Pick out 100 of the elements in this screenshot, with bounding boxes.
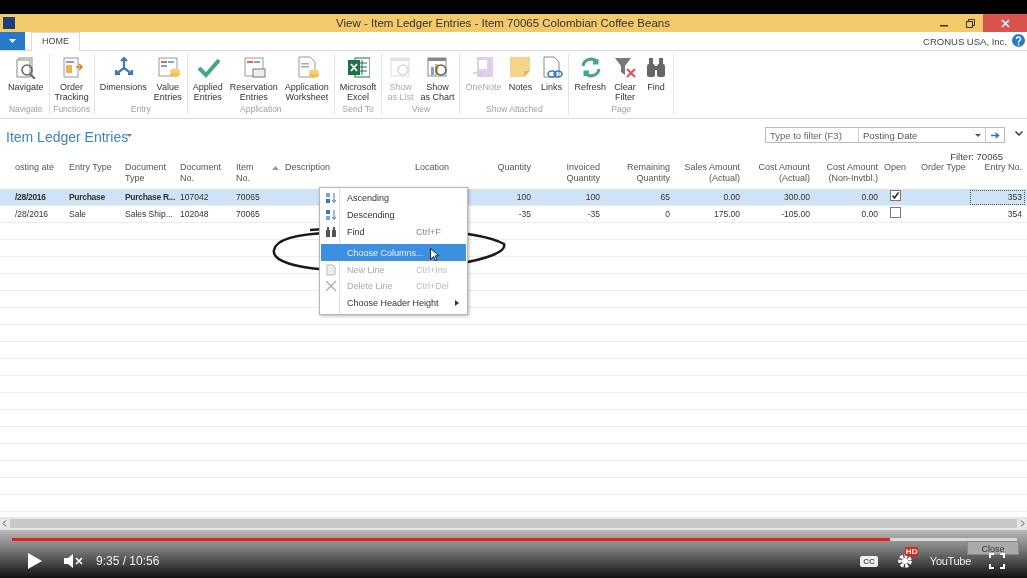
ribbon-button[interactable]: Value Entries bbox=[151, 54, 184, 104]
filter-text: Filter: 70065 bbox=[950, 151, 1003, 162]
table-cell-text: 0.00 bbox=[722, 190, 741, 204]
column-header[interactable]: osting ate bbox=[15, 162, 55, 173]
fullscreen-icon[interactable] bbox=[989, 553, 1005, 569]
document-search-icon bbox=[13, 55, 38, 79]
column-header[interactable]: Entry No. bbox=[984, 162, 1022, 173]
group-label: View bbox=[411, 104, 431, 115]
ribbon-button[interactable]: Microsoft Excel bbox=[337, 54, 379, 104]
menu-item[interactable]: Descending bbox=[321, 206, 466, 224]
table-cell-text: Sale bbox=[68, 207, 87, 221]
caret-icon bbox=[975, 133, 981, 137]
table-cell: 353 bbox=[970, 189, 1025, 205]
sort-ascending-icon bbox=[324, 192, 337, 205]
ribbon-button[interactable]: Notes bbox=[506, 54, 535, 104]
ribbon-button[interactable]: Links bbox=[537, 54, 566, 104]
app-menu-button[interactable] bbox=[0, 32, 25, 50]
column-header[interactable]: Order Type bbox=[921, 162, 966, 173]
help-icon[interactable] bbox=[1012, 34, 1025, 47]
filter-column-dropdown[interactable]: Posting Date bbox=[859, 128, 986, 142]
close-button[interactable]: Close bbox=[967, 541, 1019, 555]
menu-item[interactable]: Ascending bbox=[321, 190, 466, 207]
captions-button[interactable]: CC bbox=[860, 555, 878, 567]
checkmark-icon bbox=[892, 191, 899, 199]
column-header[interactable]: Location bbox=[415, 162, 450, 173]
table-cell-text: Sales Ship... bbox=[124, 207, 174, 221]
spreadsheet-icon bbox=[346, 55, 371, 79]
youtube-logo[interactable]: YouTube bbox=[929, 555, 971, 567]
window-title: View - Item Ledger Entries - Item 70065 Colombian Coffee Beans bbox=[335, 17, 671, 29]
table-coins-icon bbox=[155, 55, 180, 79]
group-label: Functions bbox=[53, 104, 91, 115]
binoculars-icon bbox=[324, 226, 337, 238]
close-icon bbox=[1000, 18, 1010, 28]
group-label: Page bbox=[611, 104, 632, 115]
ribbon-button[interactable]: Application Worksheet bbox=[282, 54, 331, 104]
table-cell-text: -35 bbox=[517, 207, 532, 221]
table-cell-text: 70065 bbox=[235, 207, 261, 221]
table-cell-text: 0 bbox=[664, 207, 671, 221]
settings-icon[interactable] bbox=[895, 552, 914, 570]
column-header[interactable]: Open bbox=[884, 162, 907, 173]
ribbon-button[interactable]: Show as Chart bbox=[418, 54, 457, 104]
filter-box[interactable]: Type to filter (F3) Posting Date bbox=[765, 127, 1005, 143]
scrollbar-thumb[interactable] bbox=[10, 519, 1017, 528]
column-header[interactable]: Description bbox=[285, 162, 331, 173]
table-cell-text: 102048 bbox=[179, 207, 210, 221]
table-cell-text: 0.00 bbox=[860, 207, 879, 221]
group-label: Entry bbox=[130, 104, 151, 115]
sort-descending-icon bbox=[324, 209, 337, 222]
mute-icon[interactable] bbox=[64, 554, 84, 568]
table-cell-text: /28/2016 bbox=[14, 207, 50, 221]
page-title[interactable]: Item Ledger Entries bbox=[6, 129, 129, 145]
ribbon-button[interactable]: Applied Entries bbox=[190, 54, 225, 104]
cursor-icon bbox=[430, 248, 439, 261]
column-header[interactable]: Cost Amount (Actual) bbox=[746, 162, 810, 184]
table-cell-text: /28/2016 bbox=[14, 190, 47, 204]
app-logo-icon bbox=[3, 17, 15, 29]
table-cell-text: 0.00 bbox=[860, 190, 879, 204]
column-header[interactable]: Item No. bbox=[236, 162, 266, 184]
notebook-icon bbox=[471, 55, 496, 79]
column-header[interactable]: Remaining Quantity bbox=[606, 162, 670, 184]
column-header[interactable]: Quantity bbox=[497, 162, 531, 173]
ribbon-button[interactable]: Order Tracking bbox=[52, 54, 91, 104]
checkbox[interactable] bbox=[890, 206, 901, 218]
table-cell-text: 300.00 bbox=[783, 190, 811, 204]
time-display: 9:35 / 10:56 bbox=[96, 554, 160, 568]
restore-icon bbox=[965, 18, 975, 28]
column-header[interactable]: Sales Amount (Actual) bbox=[676, 162, 740, 184]
column-header[interactable]: Document No. bbox=[180, 162, 230, 184]
progress-bar[interactable] bbox=[12, 538, 1017, 541]
table-cell-text: Purchase bbox=[68, 190, 106, 204]
ribbon-button[interactable]: Refresh bbox=[572, 54, 608, 104]
table-cell-text: 70065 bbox=[235, 190, 261, 204]
play-icon[interactable] bbox=[28, 553, 42, 569]
table-cell-text: 100 bbox=[584, 190, 601, 204]
group-label: Navigate bbox=[9, 104, 43, 115]
chevron-down-icon[interactable] bbox=[1015, 131, 1023, 136]
column-header[interactable]: Cost Amount (Non-Invtbl.) bbox=[816, 162, 878, 184]
table-cell-text: 175.00 bbox=[713, 207, 741, 221]
ribbon-button[interactable]: Dimensions bbox=[97, 54, 149, 104]
ribbon-tab[interactable]: HOME bbox=[31, 32, 80, 51]
checkbox[interactable] bbox=[890, 189, 901, 201]
ribbon-button[interactable]: Clear Filter bbox=[610, 54, 639, 104]
column-header[interactable]: Invoiced Quantity bbox=[537, 162, 600, 184]
menu-item[interactable]: Choose Header Height bbox=[321, 294, 466, 312]
menu-item[interactable]: Find Ctrl+F bbox=[321, 223, 466, 241]
group-label: Show Attached bbox=[486, 104, 543, 115]
column-header[interactable]: Document Type bbox=[125, 162, 174, 184]
table-cell-text: -35 bbox=[586, 207, 601, 221]
ribbon-button[interactable]: Navigate bbox=[6, 54, 46, 104]
table-cell-text: Purchase R... bbox=[124, 190, 176, 204]
table-cell-text: 354 bbox=[1006, 207, 1023, 221]
cross-icon bbox=[324, 280, 337, 293]
table-cell-text: 65 bbox=[659, 190, 671, 204]
ribbon-button[interactable]: Reservation Entries bbox=[227, 54, 280, 104]
table-cell-text: 107042 bbox=[179, 190, 210, 204]
sticky-note-icon bbox=[508, 55, 533, 79]
hd-badge: HD bbox=[904, 547, 919, 556]
group-label: Application bbox=[240, 104, 282, 115]
column-header[interactable]: Entry Type bbox=[69, 162, 112, 173]
ribbon-button[interactable]: Find bbox=[641, 54, 670, 104]
